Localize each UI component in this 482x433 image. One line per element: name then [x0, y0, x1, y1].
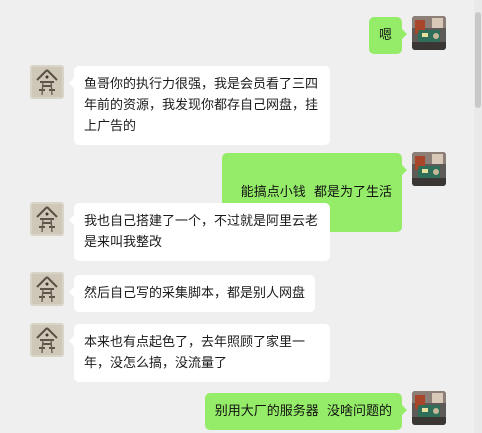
incoming-message-bubble[interactable]: 然后自己写的采集脚本，都是别人网盘 [68, 275, 316, 312]
chat-scrollbar[interactable] [474, 0, 482, 433]
chat-scrollbar-thumb[interactable] [475, 12, 481, 108]
contact-avatar[interactable] [30, 202, 64, 236]
my-avatar[interactable] [412, 391, 446, 425]
incoming-message-bubble[interactable]: 鱼哥你的执行力很强，我是会员看了三四年前的资源，我发现你都存自己网盘，挂上广告的 [69, 66, 330, 145]
outgoing-message-bubble[interactable]: 嗯 [368, 17, 408, 54]
my-avatar[interactable] [412, 16, 446, 50]
incoming-message-bubble[interactable]: 本来也有点起色了，去年照顾了家里一年，没怎么搞，没流量了 [69, 324, 330, 382]
my-avatar[interactable] [412, 152, 446, 186]
incoming-message-bubble[interactable]: 我也自己搭建了一个，不过就是阿里云老是来叫我整改 [69, 203, 330, 261]
contact-avatar[interactable] [30, 272, 64, 306]
contact-avatar[interactable] [30, 65, 64, 99]
contact-avatar[interactable] [30, 323, 64, 357]
outgoing-message-bubble[interactable]: 别用大厂的服务器 没啥问题的 [204, 393, 408, 430]
message-text: 能搞点小钱 都是为了生活 [240, 185, 392, 200]
